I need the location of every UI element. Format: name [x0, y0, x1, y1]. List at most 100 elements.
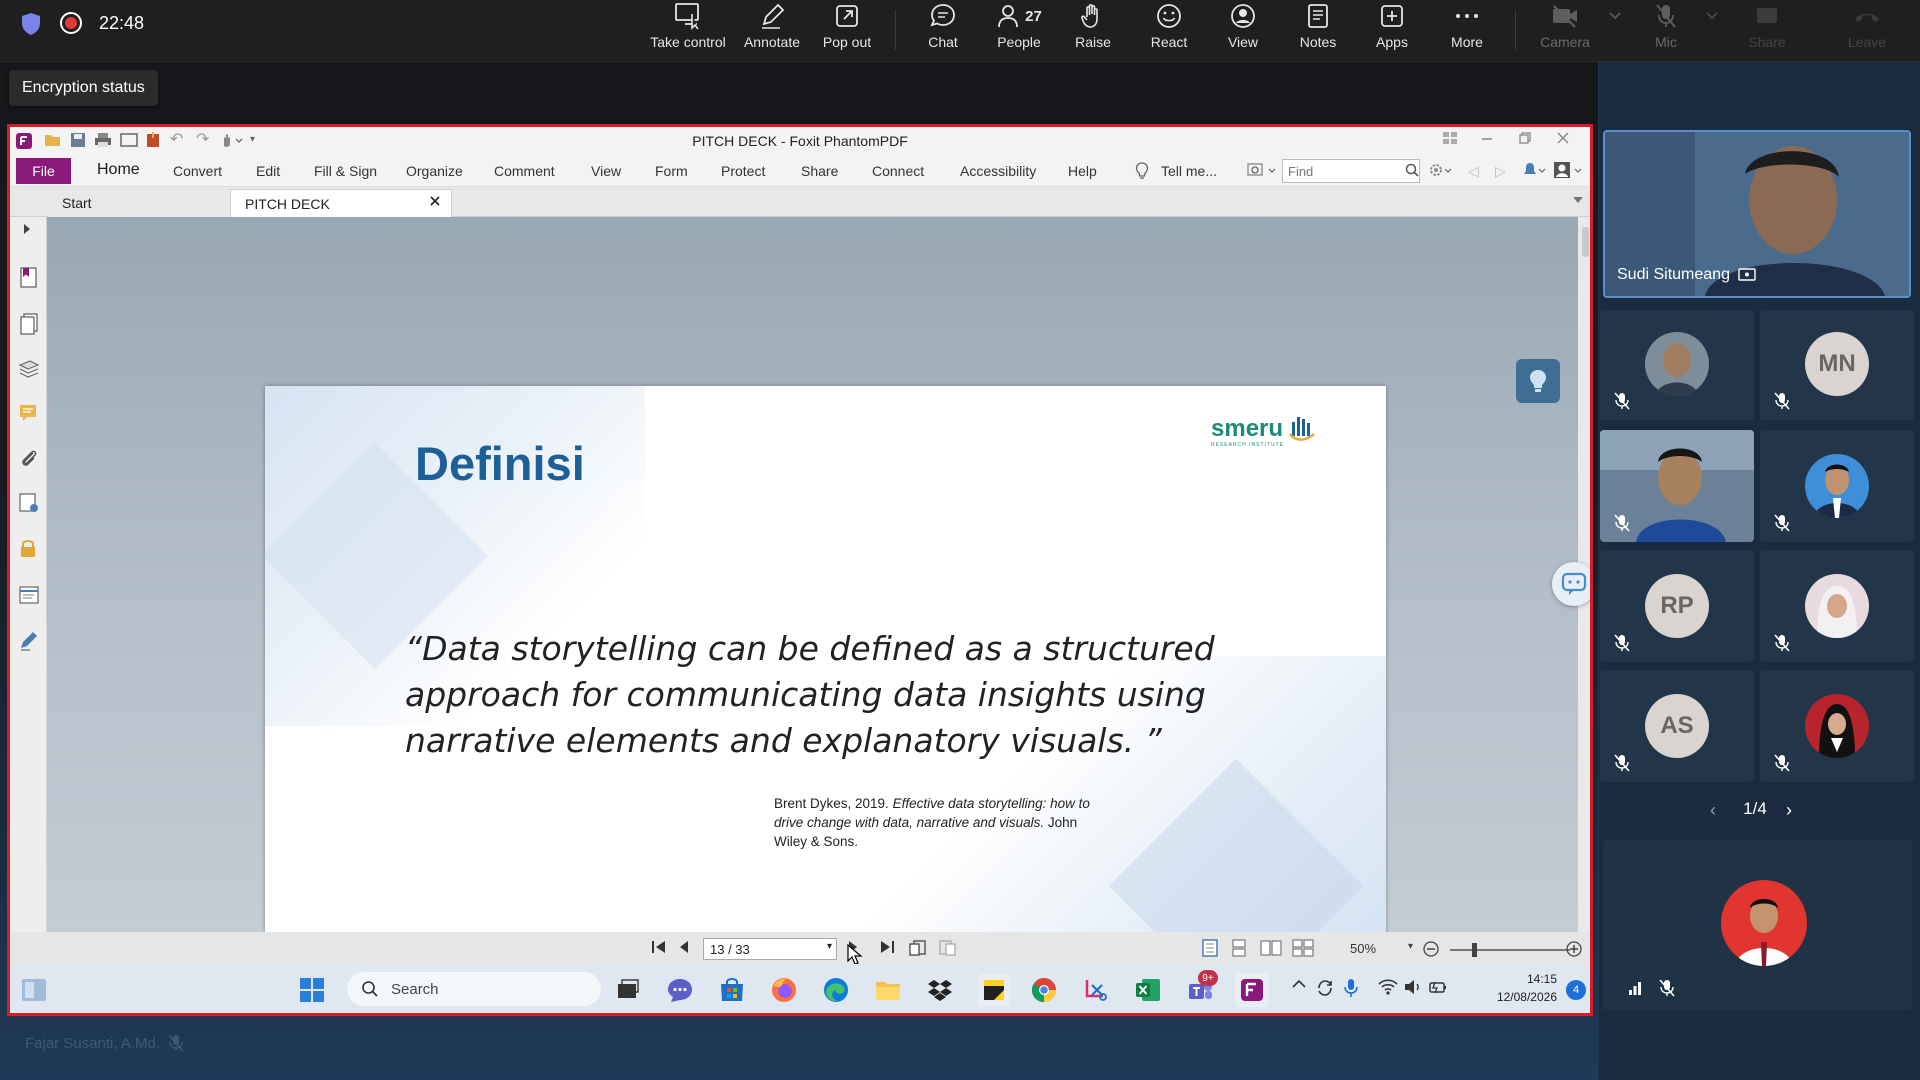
sync-icon[interactable]	[1315, 978, 1335, 1006]
attachments-icon[interactable]	[18, 447, 40, 469]
annotate-button[interactable]: Annotate	[736, 0, 808, 58]
find-input[interactable]: Find	[1282, 159, 1420, 183]
active-speaker-tile[interactable]: Sudi Situmeang	[1603, 130, 1911, 298]
close-tab-icon[interactable]	[429, 195, 441, 207]
signatures-icon[interactable]	[18, 492, 40, 514]
widgets-icon[interactable]	[20, 977, 48, 1005]
single-page-view-icon[interactable]	[1200, 939, 1220, 957]
search-icon[interactable]	[1405, 163, 1419, 177]
battery-icon[interactable]	[1428, 978, 1448, 1006]
self-view-tile[interactable]	[1603, 840, 1912, 1010]
comments-icon[interactable]	[18, 402, 40, 424]
close-icon[interactable]	[1556, 131, 1570, 145]
microphone-icon[interactable]	[1342, 977, 1362, 1005]
chevron-down-icon[interactable]: ▾	[1408, 941, 1413, 952]
taskbar-search[interactable]: Search	[347, 972, 601, 1006]
ribbon-home-tab[interactable]: Home	[97, 161, 140, 179]
page-number-input[interactable]: 13 / 33 ▾	[703, 938, 837, 960]
ribbon-accessibility-tab[interactable]: Accessibility	[960, 163, 1036, 179]
apps-button[interactable]: Apps	[1362, 0, 1422, 58]
people-button[interactable]: 27 People	[984, 0, 1054, 58]
tab-start[interactable]: Start	[48, 189, 238, 217]
take-control-button[interactable]: Take control	[648, 0, 728, 58]
pop-out-button[interactable]: Pop out	[812, 0, 882, 58]
facing-view-icon[interactable]	[1260, 939, 1282, 957]
next-view-icon[interactable]	[938, 939, 958, 957]
pen-tool-icon[interactable]	[18, 629, 40, 651]
gallery-next-icon[interactable]: ›	[1786, 800, 1792, 821]
first-page-icon[interactable]	[650, 939, 668, 955]
layers-icon[interactable]	[18, 357, 40, 379]
mic-options-chevron[interactable]	[1700, 0, 1724, 58]
next-view-icon[interactable]: ▷	[1495, 163, 1506, 180]
teams-chat-icon[interactable]	[666, 976, 694, 1004]
participant-tile[interactable]	[1600, 310, 1754, 420]
tab-pitch-deck[interactable]: PITCH DECK	[230, 189, 452, 217]
zoom-level[interactable]: 50%	[1350, 941, 1376, 956]
share-button[interactable]: Share	[1735, 0, 1799, 58]
chrome-icon[interactable]	[1030, 976, 1058, 1004]
system-clock[interactable]: 14:15 12/08/2026	[1473, 970, 1557, 1006]
windows-start-icon[interactable]	[298, 976, 326, 1004]
foxit-app-icon[interactable]	[1235, 973, 1269, 1007]
wifi-icon[interactable]	[1378, 978, 1398, 1006]
participant-tile[interactable]	[1760, 550, 1914, 662]
notification-badge[interactable]: 4	[1566, 980, 1586, 1000]
previous-view-icon[interactable]: ◁	[1468, 163, 1479, 180]
participant-tile[interactable]	[1760, 670, 1914, 782]
restore-icon[interactable]	[1518, 131, 1532, 145]
ribbon-share-tab[interactable]: Share	[801, 163, 838, 179]
find-options-icon[interactable]	[1247, 162, 1277, 178]
zoom-slider[interactable]	[1450, 949, 1570, 951]
participant-tile[interactable]: AS	[1600, 670, 1754, 782]
account-icon[interactable]	[1553, 161, 1585, 179]
scrollbar-thumb[interactable]	[1582, 227, 1589, 257]
expand-panel-icon[interactable]	[22, 223, 32, 235]
sticky-notes-icon[interactable]	[978, 974, 1010, 1006]
chevron-down-icon[interactable]: ▾	[827, 941, 832, 952]
ribbon-connect-tab[interactable]: Connect	[872, 163, 924, 179]
ribbon-convert-tab[interactable]: Convert	[173, 163, 222, 179]
chat-button[interactable]: Chat	[910, 0, 976, 58]
pages-icon[interactable]	[18, 312, 40, 336]
ribbon-edit-tab[interactable]: Edit	[256, 163, 280, 179]
minimize-icon[interactable]	[1480, 131, 1494, 145]
ribbon-help-tab[interactable]: Help	[1068, 163, 1097, 179]
ribbon-file-tab[interactable]: File	[16, 158, 71, 184]
camera-options-chevron[interactable]	[1603, 0, 1627, 58]
continuous-facing-view-icon[interactable]	[1292, 939, 1314, 957]
volume-icon[interactable]	[1403, 978, 1423, 1006]
participant-video-tile[interactable]	[1600, 430, 1754, 542]
shield-icon[interactable]	[20, 12, 42, 36]
previous-page-icon[interactable]	[678, 939, 690, 955]
ribbon-protect-tab[interactable]: Protect	[721, 163, 765, 179]
participant-tile[interactable]: RP	[1600, 550, 1754, 662]
view-button[interactable]: View	[1212, 0, 1274, 58]
gear-icon[interactable]	[1428, 162, 1454, 178]
bookmarks-icon[interactable]	[18, 265, 40, 289]
snipping-tool-icon[interactable]	[1082, 976, 1110, 1004]
zoom-in-icon[interactable]	[1565, 940, 1583, 958]
leave-button[interactable]: Leave	[1835, 0, 1899, 58]
file-explorer-icon[interactable]	[874, 976, 902, 1004]
ribbon-comment-tab[interactable]: Comment	[494, 163, 555, 179]
participant-tile[interactable]: MN	[1760, 310, 1914, 420]
notes-button[interactable]: Notes	[1287, 0, 1349, 58]
ribbon-fill-sign-tab[interactable]: Fill & Sign	[314, 163, 377, 179]
content-icon[interactable]	[18, 585, 40, 605]
participant-tile[interactable]	[1760, 430, 1914, 542]
ribbon-view-tab[interactable]: View	[591, 163, 621, 179]
tell-me-search[interactable]: Tell me...	[1161, 163, 1217, 179]
zoom-slider-thumb[interactable]	[1472, 943, 1477, 957]
lightbulb-icon[interactable]	[1516, 359, 1560, 403]
more-button[interactable]: More	[1437, 0, 1497, 58]
ribbon-toggle-icon[interactable]	[1442, 131, 1458, 145]
ribbon-organize-tab[interactable]: Organize	[406, 163, 463, 179]
camera-button[interactable]: Camera	[1530, 0, 1600, 58]
firefox-icon[interactable]	[770, 976, 798, 1004]
last-page-icon[interactable]	[878, 939, 896, 955]
mic-button[interactable]: Mic	[1634, 0, 1698, 58]
previous-view-icon[interactable]	[908, 939, 928, 957]
excel-icon[interactable]	[1134, 976, 1162, 1004]
react-button[interactable]: React	[1138, 0, 1200, 58]
